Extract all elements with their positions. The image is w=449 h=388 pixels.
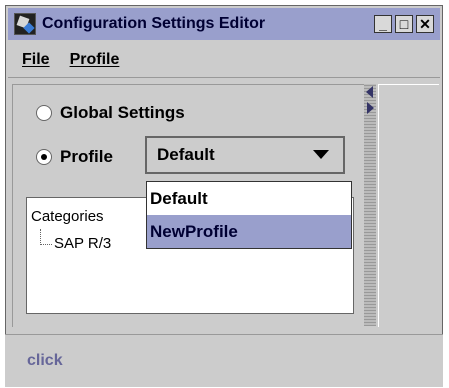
title-bar[interactable]: Configuration Settings Editor _ □ ✕: [8, 8, 440, 40]
tree-connector: [40, 244, 52, 245]
profile-label: Profile: [60, 147, 113, 166]
global-settings-option[interactable]: Global Settings: [36, 103, 185, 123]
dropdown-option-default[interactable]: Default: [147, 182, 351, 215]
menu-profile[interactable]: Profile: [70, 51, 120, 69]
profile-combobox-value: Default: [157, 145, 215, 164]
minimize-button[interactable]: _: [374, 15, 392, 33]
right-pane: [378, 84, 439, 327]
dropdown-option-newprofile[interactable]: NewProfile: [147, 215, 351, 248]
app-icon: [14, 13, 36, 35]
collapse-left-icon[interactable]: [366, 86, 373, 98]
profile-dropdown-list: Default NewProfile: [146, 181, 352, 249]
profile-combobox[interactable]: Default: [145, 136, 345, 174]
chevron-down-icon[interactable]: [313, 150, 329, 159]
status-text: click: [27, 352, 63, 369]
profile-radio[interactable]: [36, 149, 52, 165]
close-button[interactable]: ✕: [416, 15, 434, 33]
status-bar: click: [5, 334, 443, 387]
tree-connector: [40, 229, 41, 245]
collapse-right-icon[interactable]: [367, 102, 374, 114]
maximize-button[interactable]: □: [395, 15, 413, 33]
window-title: Configuration Settings Editor: [42, 15, 266, 32]
global-settings-label: Global Settings: [60, 103, 185, 122]
tree-item-sap-r3[interactable]: SAP R/3: [54, 235, 111, 252]
menu-file[interactable]: File: [22, 51, 50, 69]
menu-bar: File Profile: [8, 42, 440, 78]
window-controls: _ □ ✕: [374, 15, 434, 33]
splitter[interactable]: [364, 84, 376, 326]
global-settings-radio[interactable]: [36, 105, 52, 121]
tree-root-label[interactable]: Categories: [31, 208, 104, 225]
profile-option[interactable]: Profile: [36, 147, 113, 167]
